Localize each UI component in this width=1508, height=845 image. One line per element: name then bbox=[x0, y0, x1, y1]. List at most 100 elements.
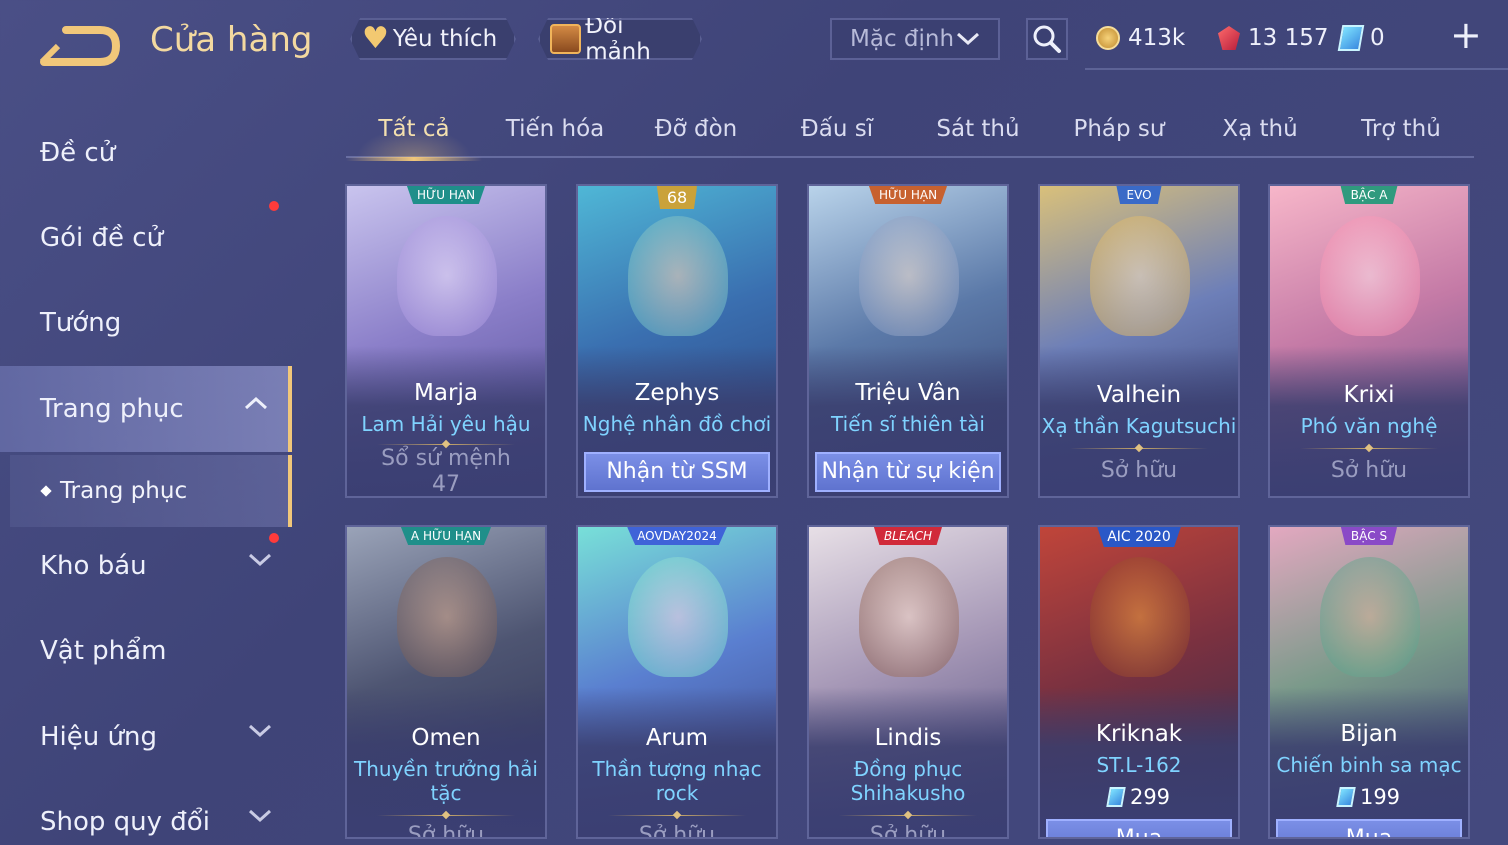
ruby-gem-icon bbox=[1218, 26, 1240, 50]
gold-amount: 413k bbox=[1128, 25, 1186, 51]
hero-name: Marja bbox=[414, 380, 478, 406]
tab-fighter[interactable]: Đấu sĩ bbox=[769, 108, 905, 158]
sidebar-item-skins[interactable]: Trang phục bbox=[0, 366, 292, 452]
owned-status: Sở hữu bbox=[1100, 458, 1178, 483]
skin-name: Nghệ nhân đồ chơi bbox=[582, 412, 772, 436]
skin-name: Lam Hải yêu hậu bbox=[361, 412, 531, 436]
sort-value: Mặc định bbox=[850, 26, 955, 52]
price-value: 299 bbox=[1129, 785, 1171, 809]
chevron-down-icon bbox=[248, 553, 272, 567]
skin-card-omen[interactable]: A HỮU HẠN Omen Thuyền trưởng hải tặc Sở … bbox=[345, 525, 547, 839]
skin-name: Chiến binh sa mạc bbox=[1276, 753, 1462, 777]
tab-tank[interactable]: Đỡ đòn bbox=[628, 108, 764, 158]
owned-status: Sở hữu bbox=[638, 823, 716, 839]
hero-name: Arum bbox=[645, 725, 709, 751]
owned-status: Sở hữu bbox=[1330, 458, 1408, 483]
gold-balance: 413k bbox=[1096, 18, 1185, 58]
hero-portrait bbox=[1090, 216, 1190, 336]
tier-badge: BẬC S bbox=[1340, 527, 1398, 545]
voucher-icon bbox=[1337, 25, 1365, 51]
obtain-from-ssm-button[interactable]: Nhận từ SSM bbox=[584, 452, 770, 492]
skin-card-krixi[interactable]: BẬC A Krixi Phó văn nghệ Sở hữu bbox=[1268, 184, 1470, 498]
card-divider bbox=[608, 815, 746, 816]
tab-assassin[interactable]: Sát thủ bbox=[910, 108, 1046, 158]
skin-price: 299 bbox=[1040, 785, 1238, 809]
sidebar-item-treasure[interactable]: Kho báu bbox=[0, 523, 292, 609]
heart-icon: ♥ bbox=[362, 21, 389, 56]
chest-icon bbox=[550, 24, 581, 54]
skin-card-kriknak[interactable]: AIC 2020 Kriknak ST.L-162 299 Mua bbox=[1038, 525, 1240, 839]
owned-status: Sở hữu bbox=[869, 823, 947, 839]
sort-dropdown[interactable]: Mặc định bbox=[830, 18, 1000, 60]
shard-exchange-button[interactable]: Đổi mảnh bbox=[538, 18, 702, 60]
skin-card-valhein[interactable]: EVO Valhein Xạ thần Kagutsuchi Sở hữu bbox=[1038, 184, 1240, 498]
page-title: Cửa hàng bbox=[150, 20, 313, 60]
hero-name: Omen bbox=[411, 725, 481, 751]
sidebar-subitem-label: Trang phục bbox=[60, 478, 188, 504]
category-tabs: Tất cả Tiến hóa Đỡ đòn Đấu sĩ Sát thủ Ph… bbox=[346, 108, 1474, 161]
gold-coin-icon bbox=[1096, 26, 1120, 50]
card-status-count: 47 bbox=[432, 472, 460, 497]
card-status: Sổ sứ mệnh bbox=[381, 446, 511, 471]
obtain-from-event-button[interactable]: Nhận từ sự kiện bbox=[815, 452, 1001, 492]
owned-status: Sở hữu bbox=[407, 823, 485, 839]
ruby-balance: 13 157 bbox=[1218, 18, 1328, 58]
sidebar-item-exchange-shop[interactable]: Shop quy đổi bbox=[0, 779, 292, 845]
skin-card-arum[interactable]: AOVDAY2024 Arum Thần tượng nhạc rock Sở … bbox=[576, 525, 778, 839]
hero-name: Kriknak bbox=[1095, 721, 1183, 747]
hero-portrait bbox=[1090, 557, 1190, 677]
skin-card-zephys[interactable]: 68 Zephys Nghệ nhân đồ chơi Nhận từ SSM bbox=[576, 184, 778, 498]
skin-card-marja[interactable]: HỮU HẠN Marja Lam Hải yêu hậu Sổ sứ mệnh… bbox=[345, 184, 547, 498]
bleach-badge: BLEACH bbox=[873, 527, 943, 545]
limited-badge: HỮU HẠN bbox=[868, 186, 948, 204]
card-divider bbox=[1070, 448, 1208, 449]
level-badge: 68 bbox=[656, 186, 698, 209]
hero-portrait bbox=[397, 216, 497, 336]
limited-badge: HỮU HẠN bbox=[406, 186, 486, 204]
favorites-button[interactable]: ♥ Yêu thích bbox=[350, 18, 516, 60]
skin-card-trieu-van[interactable]: HỮU HẠN Triệu Vân Tiến sĩ thiên tài Nhận… bbox=[807, 184, 1009, 498]
skin-card-lindis[interactable]: BLEACH Lindis Đồng phục Shihakusho Sở hữ… bbox=[807, 525, 1009, 839]
voucher-icon bbox=[1106, 787, 1126, 807]
hero-portrait bbox=[628, 557, 728, 677]
hero-name: Triệu Vân bbox=[855, 380, 961, 406]
ruby-amount: 13 157 bbox=[1248, 25, 1329, 51]
skin-name: Xạ thần Kagutsuchi bbox=[1041, 414, 1237, 438]
top-bar: Cửa hàng ♥ Yêu thích Đổi mảnh Mặc định 4… bbox=[0, 0, 1508, 78]
skin-card-bijan[interactable]: BẬC S Bijan Chiến binh sa mạc 199 Mua bbox=[1268, 525, 1470, 839]
tab-mage[interactable]: Pháp sư bbox=[1051, 108, 1187, 158]
sidebar-item-items[interactable]: Vật phẩm bbox=[0, 608, 292, 694]
tab-evolution[interactable]: Tiến hóa bbox=[487, 108, 623, 158]
hero-portrait bbox=[397, 557, 497, 677]
sidebar-subitem-skins[interactable]: Trang phục bbox=[10, 455, 292, 527]
voucher-icon bbox=[1336, 787, 1356, 807]
buy-button[interactable]: Mua bbox=[1046, 819, 1232, 837]
sidebar-item-heroes[interactable]: Tướng bbox=[0, 280, 292, 366]
favorites-label: Yêu thích bbox=[392, 26, 498, 52]
search-button[interactable] bbox=[1026, 18, 1068, 60]
hero-name: Zephys bbox=[634, 380, 720, 406]
tab-support[interactable]: Trợ thủ bbox=[1333, 108, 1469, 158]
diamond-bullet-icon bbox=[40, 485, 52, 497]
plus-icon[interactable]: + bbox=[1450, 16, 1482, 54]
card-divider bbox=[377, 444, 515, 445]
buy-button[interactable]: Mua bbox=[1276, 819, 1462, 837]
search-icon bbox=[1033, 25, 1061, 53]
tab-marksman[interactable]: Xạ thủ bbox=[1192, 108, 1328, 158]
hero-name: Krixi bbox=[1343, 382, 1395, 408]
back-button[interactable] bbox=[39, 22, 121, 66]
skin-name: ST.L-162 bbox=[1096, 753, 1182, 777]
sidebar-item-effects[interactable]: Hiệu ứng bbox=[0, 694, 292, 780]
topbar-divider bbox=[1085, 68, 1508, 70]
sidebar-item-recommended[interactable]: Đề cử bbox=[0, 110, 292, 196]
hero-portrait bbox=[628, 216, 728, 336]
voucher-balance: 0 bbox=[1337, 18, 1385, 58]
sidebar-item-bundles[interactable]: Gói đề cử bbox=[0, 195, 292, 281]
tab-all[interactable]: Tất cả bbox=[346, 108, 482, 161]
tier-badge: BẬC A bbox=[1340, 186, 1398, 204]
skin-name: Đồng phục Shihakusho bbox=[850, 757, 966, 805]
sidebar-item-label: Vật phẩm bbox=[40, 636, 167, 666]
evo-badge: EVO bbox=[1116, 186, 1162, 204]
aic-badge: AIC 2020 bbox=[1097, 527, 1181, 547]
event-badge: AOVDAY2024 bbox=[627, 527, 727, 545]
